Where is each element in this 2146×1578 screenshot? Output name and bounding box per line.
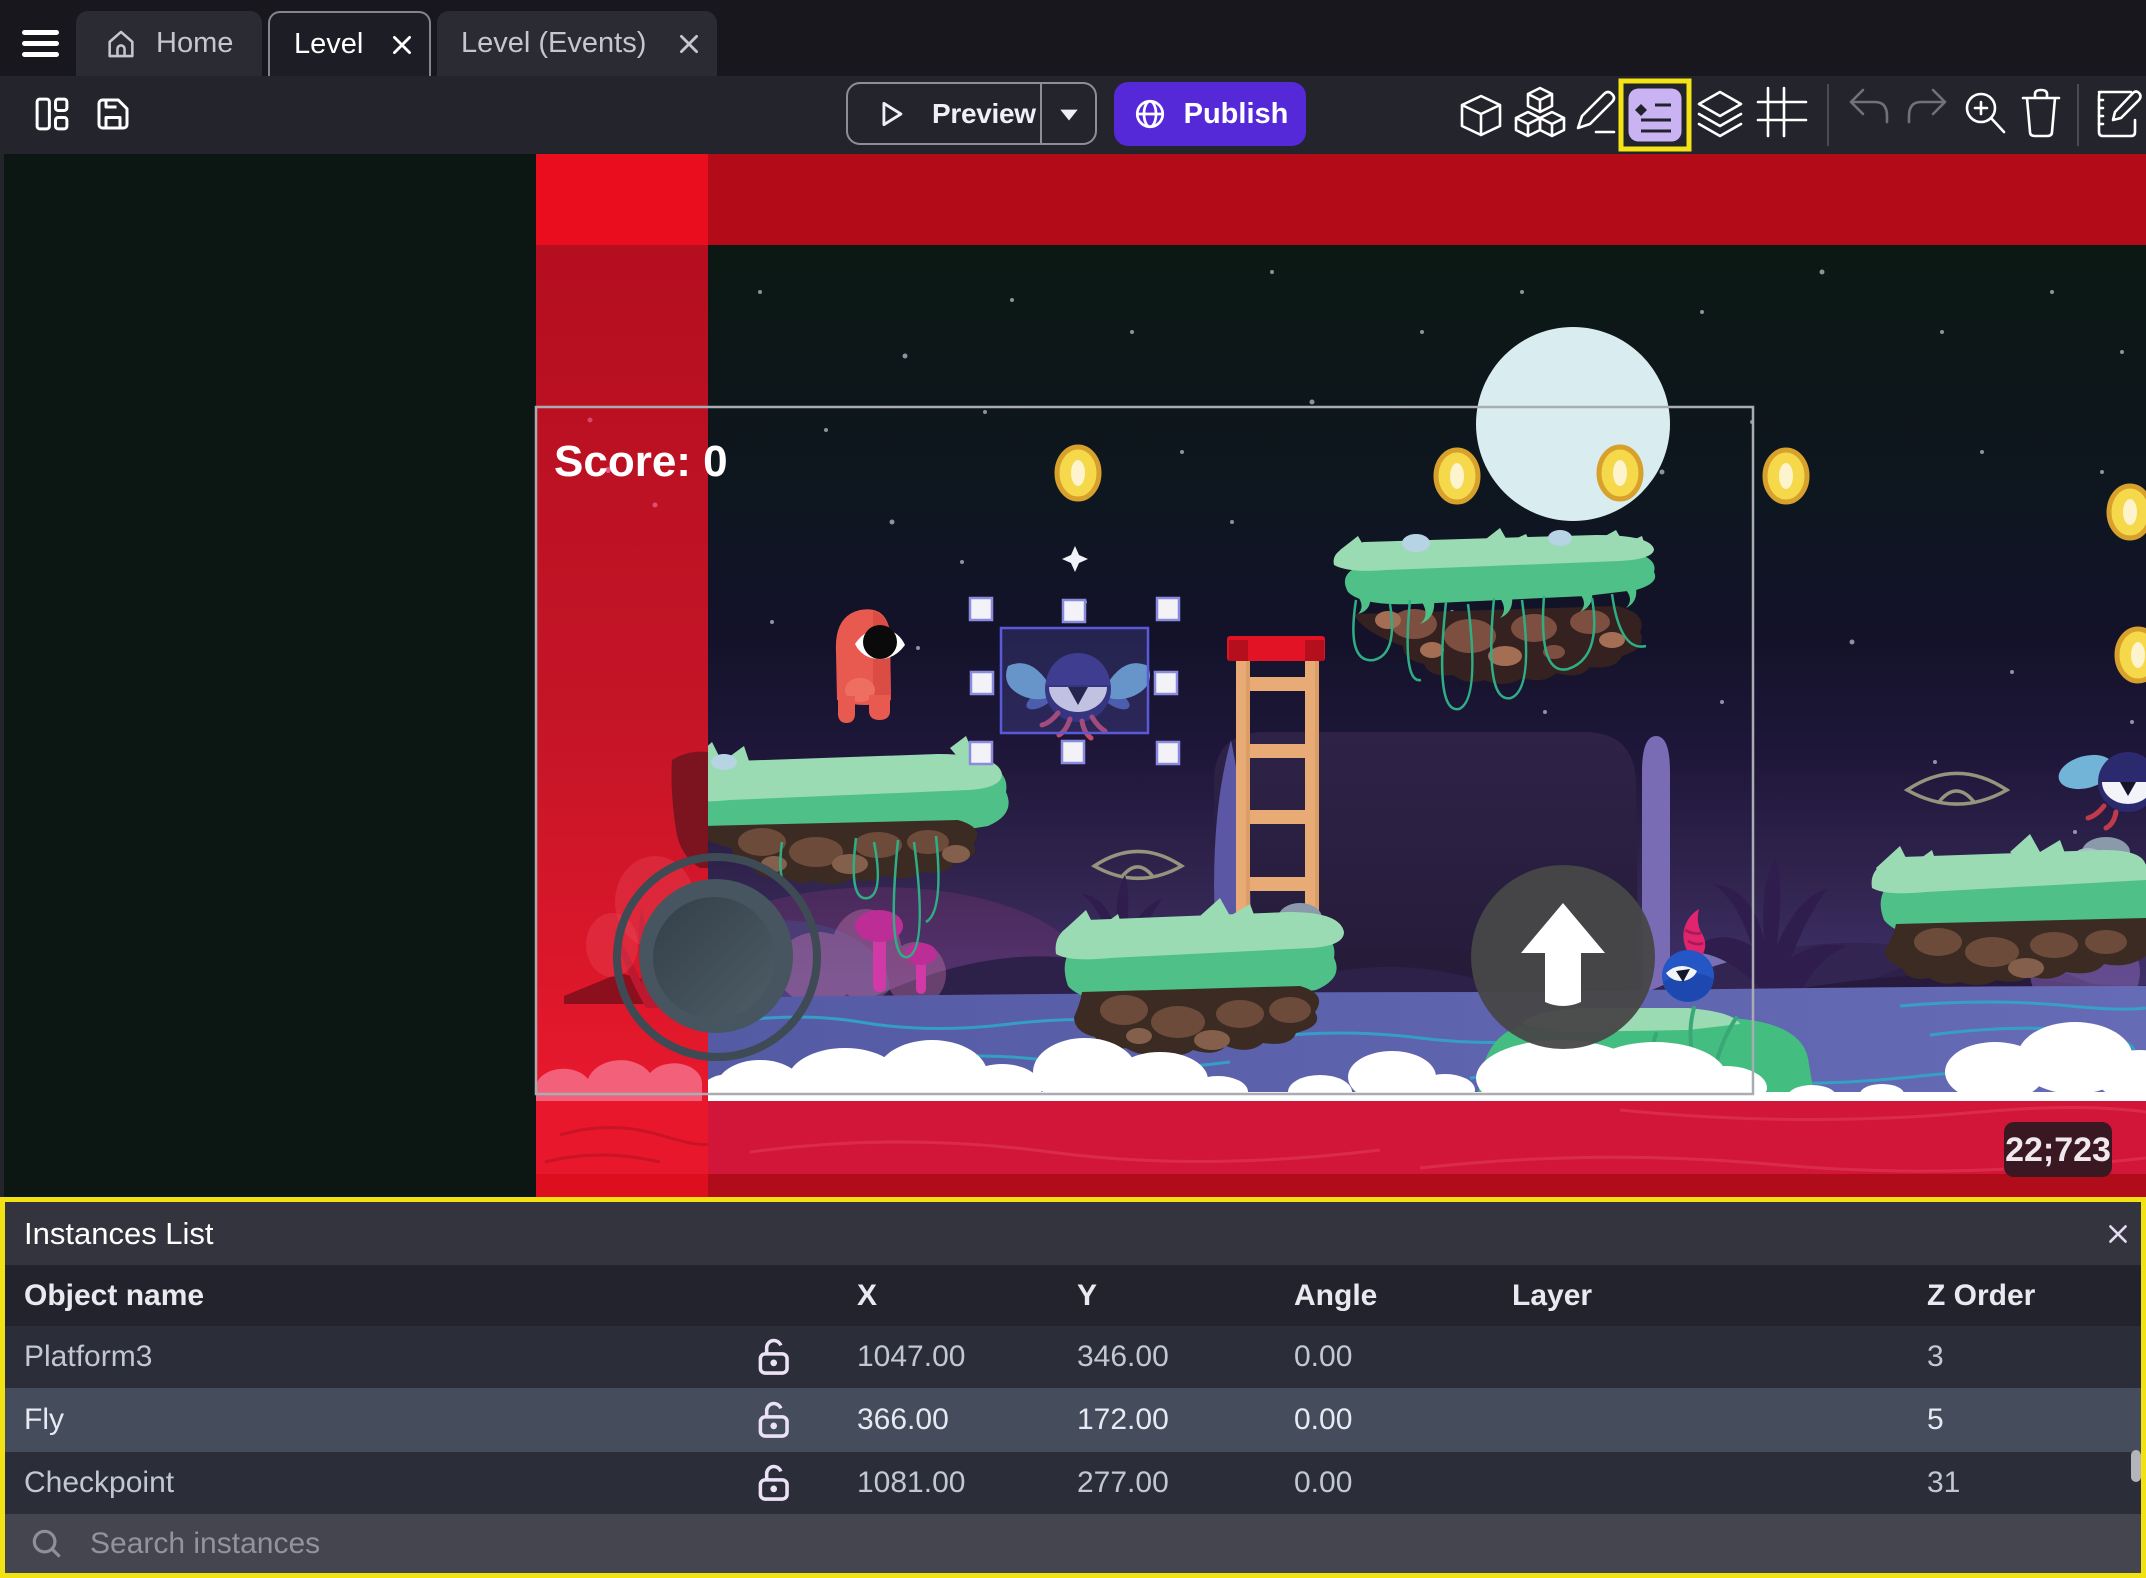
svg-text:Score: 0: Score: 0 xyxy=(554,437,728,486)
svg-text:22;723: 22;723 xyxy=(2005,1131,2111,1169)
